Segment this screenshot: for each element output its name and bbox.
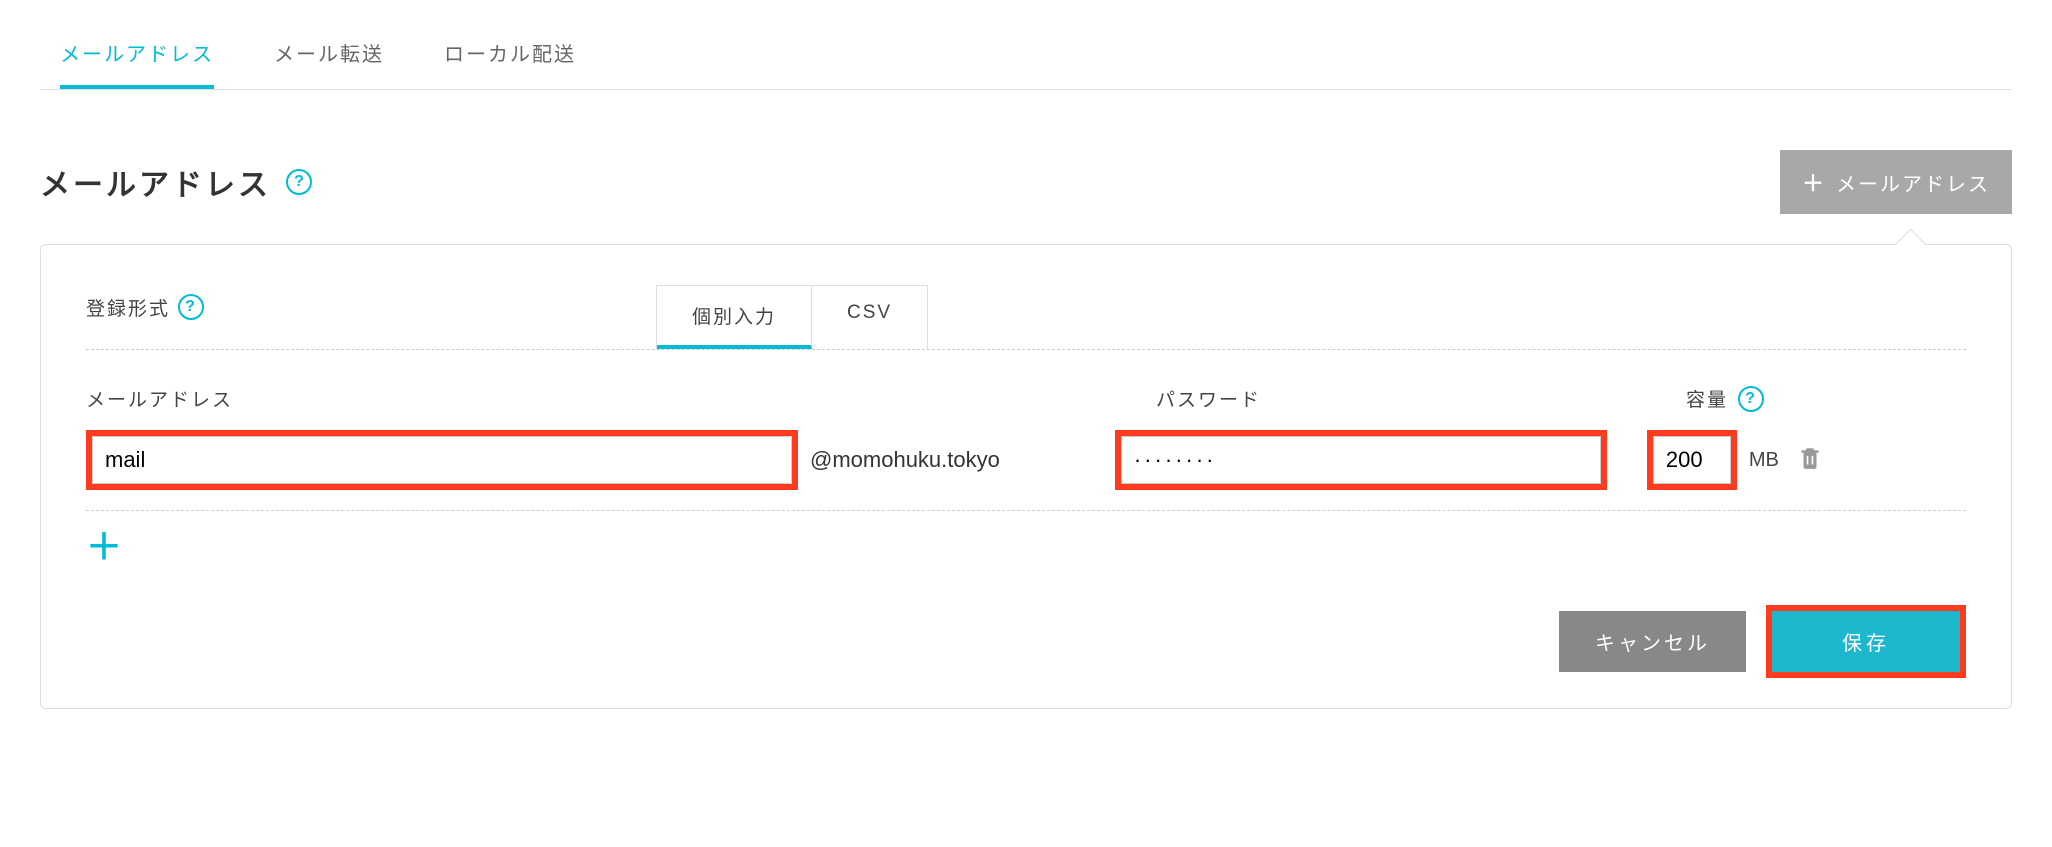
help-icon[interactable]: ? (286, 169, 312, 195)
add-row-button[interactable]: ＋ (86, 526, 122, 567)
add-mail-address-button[interactable]: ＋ メールアドレス (1780, 150, 2012, 214)
save-button[interactable]: 保存 (1772, 611, 1960, 672)
capacity-input[interactable] (1653, 436, 1731, 484)
registration-type-label: 登録形式 ? (86, 294, 656, 341)
trash-icon[interactable] (1797, 445, 1823, 476)
plus-icon: ＋ (1802, 166, 1826, 198)
tab-mail-address[interactable]: メールアドレス (60, 20, 214, 89)
tab-mail-forward[interactable]: メール転送 (274, 20, 384, 89)
form-card: 登録形式 ? 個別入力 CSV メールアドレス パスワード 容量 ? @momo… (40, 244, 2012, 709)
email-input[interactable] (92, 436, 792, 484)
password-highlight (1115, 430, 1607, 490)
sub-tab-csv[interactable]: CSV (812, 286, 927, 349)
registration-type-row: 登録形式 ? 個別入力 CSV (86, 285, 1966, 350)
help-icon[interactable]: ? (178, 294, 204, 320)
capacity-highlight (1647, 430, 1737, 490)
field-inputs-row: @momohuku.tokyo MB (86, 430, 1966, 511)
top-tabs: メールアドレス メール転送 ローカル配送 (40, 20, 2012, 90)
label-password: パスワード (1156, 385, 1686, 412)
page-header: メールアドレス ? ＋ メールアドレス (40, 150, 2012, 214)
sub-tab-individual[interactable]: 個別入力 (657, 286, 812, 349)
save-highlight: 保存 (1766, 605, 1966, 678)
page-title: メールアドレス (40, 160, 271, 204)
reg-type-text: 登録形式 (86, 294, 170, 321)
label-capacity: 容量 (1686, 385, 1728, 412)
add-button-label: メールアドレス (1836, 168, 1990, 197)
capacity-unit: MB (1749, 449, 1779, 472)
email-highlight (86, 430, 798, 490)
page-title-group: メールアドレス ? (40, 160, 312, 204)
field-labels-row: メールアドレス パスワード 容量 ? (86, 385, 1966, 412)
label-email: メールアドレス (86, 385, 1156, 412)
help-icon[interactable]: ? (1738, 386, 1764, 412)
tab-local-delivery[interactable]: ローカル配送 (444, 20, 576, 89)
cancel-button[interactable]: キャンセル (1559, 611, 1746, 672)
footer-buttons: キャンセル 保存 (86, 605, 1966, 678)
domain-text: @momohuku.tokyo (810, 447, 1000, 473)
label-capacity-group: 容量 ? (1686, 385, 1764, 412)
add-row: ＋ (86, 529, 1966, 565)
sub-tabs: 個別入力 CSV (656, 285, 928, 349)
password-input[interactable] (1121, 436, 1601, 484)
